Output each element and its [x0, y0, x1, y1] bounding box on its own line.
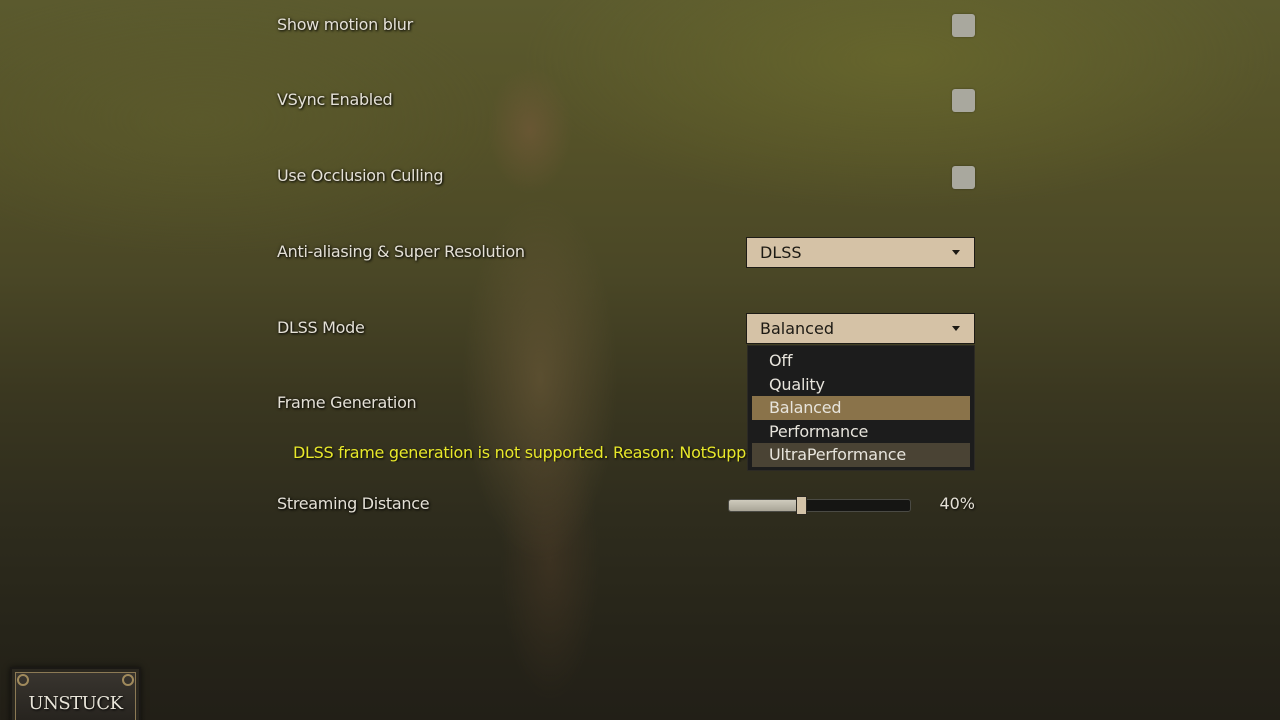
dlss-mode-options-list: Off Quality Balanced Performance UltraPe… — [747, 345, 975, 471]
streaming-distance-label: Streaming Distance — [277, 494, 430, 513]
motion-blur-checkbox[interactable] — [952, 14, 975, 37]
dlss-option-quality[interactable]: Quality — [752, 373, 970, 397]
dlss-option-balanced[interactable]: Balanced — [752, 396, 970, 420]
anti-aliasing-value: DLSS — [760, 243, 802, 262]
anti-aliasing-dropdown[interactable]: DLSS — [746, 237, 975, 268]
streaming-distance-slider[interactable] — [728, 496, 911, 515]
occlusion-culling-label: Use Occlusion Culling — [277, 166, 444, 185]
dlss-option-performance[interactable]: Performance — [752, 420, 970, 444]
unstuck-button[interactable]: UNSTUCK — [10, 667, 141, 720]
anti-aliasing-label: Anti-aliasing & Super Resolution — [277, 242, 525, 261]
dlss-mode-dropdown[interactable]: Balanced — [746, 313, 975, 344]
occlusion-culling-checkbox[interactable] — [952, 166, 975, 189]
chevron-down-icon — [952, 250, 960, 255]
unstuck-label: UNSTUCK — [28, 693, 123, 714]
knot-ornament-icon — [17, 674, 29, 686]
knot-ornament-icon — [122, 674, 134, 686]
frame-generation-warning: DLSS frame generation is not supported. … — [293, 443, 747, 462]
slider-thumb[interactable] — [796, 496, 808, 515]
vsync-checkbox[interactable] — [952, 89, 975, 112]
vsync-label: VSync Enabled — [277, 90, 393, 109]
dlss-option-ultraperformance[interactable]: UltraPerformance — [752, 443, 970, 467]
motion-blur-label: Show motion blur — [277, 15, 413, 34]
frame-generation-label: Frame Generation — [277, 393, 417, 412]
dlss-option-off[interactable]: Off — [752, 349, 970, 373]
dlss-mode-value: Balanced — [760, 319, 834, 338]
slider-fill — [729, 500, 802, 511]
chevron-down-icon — [952, 326, 960, 331]
streaming-distance-value: 40% — [939, 494, 975, 513]
dlss-mode-label: DLSS Mode — [277, 318, 365, 337]
